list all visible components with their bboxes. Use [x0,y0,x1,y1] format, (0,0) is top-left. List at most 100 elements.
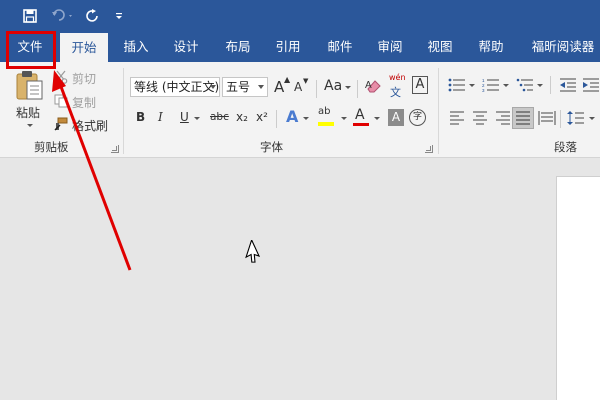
character-border-button[interactable]: A [412,76,428,94]
shrink-font-button[interactable]: A [294,80,302,94]
align-right-icon [496,111,510,125]
redo-button[interactable] [84,6,102,26]
document-page[interactable] [556,176,600,400]
font-group-label: 字体 [260,140,283,154]
font-color-dropdown-icon[interactable] [374,117,380,120]
align-center-button[interactable] [470,109,490,127]
numbering-dropdown-icon[interactable] [503,84,509,87]
underline-button[interactable]: U [180,110,189,124]
text-effect-dropdown-icon[interactable] [303,117,309,120]
justify-button[interactable] [512,107,534,129]
tab-help[interactable]: 帮助 [469,32,513,62]
align-left-icon [450,111,464,125]
underline-dropdown-icon[interactable] [194,117,200,120]
format-painter-icon [54,117,68,131]
customize-quick-access-icon [116,13,122,19]
paste-button[interactable] [12,68,46,102]
line-spacing-dropdown-icon[interactable] [589,117,595,120]
clipboard-launcher-icon[interactable] [111,145,119,153]
tab-insert[interactable]: 插入 [114,32,158,62]
enclose-characters-button[interactable]: 字 [409,109,426,126]
bullets-dropdown-icon[interactable] [469,84,475,87]
clipboard-group-label: 剪贴板 [34,140,69,154]
save-button[interactable] [20,6,40,26]
grow-arrow-icon: ▲ [284,75,291,84]
bullets-button[interactable] [446,76,468,94]
font-name-value: 等线 (中文正文) [134,80,220,94]
customize-quick-access-button[interactable] [112,6,126,26]
save-icon [23,9,37,23]
font-color-button[interactable]: A [355,107,365,123]
copy-icon [54,94,68,108]
decrease-indent-button[interactable] [558,76,578,94]
paste-icon [16,71,43,100]
copy-button[interactable]: 复制 [72,94,96,111]
decrease-indent-icon [560,78,576,92]
paste-label: 粘贴 [16,106,41,120]
tab-view[interactable]: 视图 [418,32,462,62]
font-color-swatch [353,123,369,126]
align-right-button[interactable] [493,109,513,127]
paste-dropdown-icon[interactable] [27,124,33,127]
font-name-combo[interactable]: 等线 (中文正文) [130,77,220,97]
text-effect-button[interactable]: A [286,107,298,126]
format-painter-button[interactable]: 格式刷 [72,117,108,134]
chevron-down-icon [210,85,216,89]
highlight-button[interactable]: ab [318,106,330,117]
phonetic-guide-button[interactable]: 文 [390,84,401,100]
ribbon-tab-bar: 文件 开始 插入 设计 布局 引用 邮件 审阅 视图 帮助 福昕阅读器 [0,32,600,62]
bold-button[interactable]: B [136,110,145,124]
tab-file[interactable]: 文件 [8,32,52,62]
grow-font-button[interactable]: A [274,78,284,96]
subscript-button[interactable]: x₂ [236,110,248,124]
mouse-cursor-icon [245,240,261,263]
multilevel-list-dropdown-icon[interactable] [537,84,543,87]
highlight-dropdown-icon[interactable] [341,117,347,120]
group-divider [438,68,439,154]
bullets-icon [448,78,465,92]
tab-foxit-reader[interactable]: 福昕阅读器 [526,32,600,62]
font-size-value: 五号 [226,80,251,94]
title-bar [0,0,600,32]
tab-review[interactable]: 审阅 [368,32,412,62]
tab-references[interactable]: 引用 [266,32,310,62]
divider [357,80,358,98]
character-shading-button[interactable]: A [388,109,404,126]
tab-mailings[interactable]: 邮件 [318,32,362,62]
undo-button[interactable] [50,6,76,26]
align-left-button[interactable] [447,109,467,127]
multilevel-list-button[interactable] [514,76,536,94]
divider [316,80,317,98]
shrink-arrow-icon: ▼ [303,77,309,85]
line-spacing-button[interactable] [566,109,586,127]
increase-indent-button[interactable] [581,76,600,94]
highlight-color-swatch [318,122,334,126]
cut-icon [54,70,68,84]
numbering-icon: 123 [482,78,499,92]
align-center-icon [473,111,487,125]
font-launcher-icon[interactable] [425,145,433,153]
divider [560,110,561,128]
tab-design[interactable]: 设计 [164,32,208,62]
eraser-icon: A [365,80,381,93]
cut-button[interactable]: 剪切 [72,70,96,87]
divider [276,110,277,128]
change-case-dropdown-icon[interactable] [345,86,351,89]
svg-text:A: A [365,80,372,91]
italic-button[interactable]: I [158,110,163,124]
superscript-button[interactable]: x² [256,110,268,124]
redo-icon [86,9,98,22]
tab-layout[interactable]: 布局 [216,32,260,62]
strikethrough-button[interactable]: abc [210,111,229,123]
increase-indent-icon [582,78,599,92]
line-spacing-icon [567,111,584,125]
tab-home[interactable]: 开始 [60,33,108,62]
numbering-button[interactable]: 123 [480,76,502,94]
font-size-combo[interactable]: 五号 [222,77,268,97]
clear-format-button[interactable]: A [364,76,384,96]
distributed-button[interactable] [537,109,557,127]
change-case-button[interactable]: Aa [324,78,342,94]
ribbon-home: 粘贴 剪切 复制 格式刷 剪贴板 等线 (中文正文) 五号 A ▲ A ▼ Aa… [0,62,600,158]
document-canvas[interactable] [0,159,600,400]
phonetic-guide-top[interactable]: wén [389,73,406,82]
